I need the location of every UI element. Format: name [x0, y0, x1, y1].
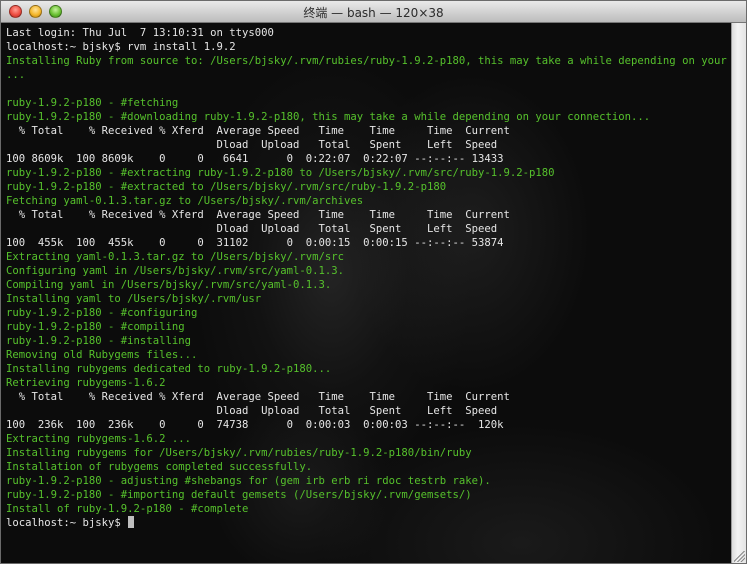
- terminal-line: Installing rubygems dedicated to ruby-1.…: [6, 362, 732, 376]
- terminal-line-text: ruby-1.9.2-p180 - #installing: [6, 335, 191, 347]
- terminal-line-text: Extracting yaml-0.1.3.tar.gz to /Users/b…: [6, 251, 345, 263]
- terminal-line-text: Compiling yaml in /Users/bjsky/.rvm/src/…: [6, 279, 332, 291]
- terminal-line-text: Last login: Thu Jul 7 13:10:31 on ttys00…: [6, 27, 274, 39]
- terminal-line: localhost:~ bjsky$ rvm install 1.9.2: [6, 40, 732, 54]
- vertical-scrollbar[interactable]: [731, 23, 746, 563]
- terminal-line: % Total % Received % Xferd Average Speed…: [6, 208, 732, 222]
- shell-prompt-line: localhost:~ bjsky$: [6, 516, 732, 530]
- terminal-line-text: % Total % Received % Xferd Average Speed…: [6, 391, 510, 403]
- terminal-line-text: ...: [6, 69, 26, 81]
- terminal-line: ...: [6, 68, 732, 82]
- terminal-line: Fetching yaml-0.1.3.tar.gz to /Users/bjs…: [6, 194, 732, 208]
- terminal-line-text: % Total % Received % Xferd Average Speed…: [6, 209, 510, 221]
- terminal-line-text: localhost:~ bjsky$ rvm install 1.9.2: [6, 41, 236, 53]
- terminal-line-text: Configuring yaml in /Users/bjsky/.rvm/sr…: [6, 265, 345, 277]
- terminal-line-text: Dload Upload Total Spent Left Speed: [6, 139, 498, 151]
- terminal-line-text: 100 236k 100 236k 0 0 74738 0 0:00:03 0:…: [6, 419, 504, 431]
- terminal-line: Install of ruby-1.9.2-p180 - #complete: [6, 502, 732, 516]
- window-title: 终端 — bash — 120×38: [303, 6, 444, 20]
- terminal-line: ruby-1.9.2-p180 - #downloading ruby-1.9.…: [6, 110, 732, 124]
- terminal-line: Installing yaml to /Users/bjsky/.rvm/usr: [6, 292, 732, 306]
- terminal-line: Dload Upload Total Spent Left Speed: [6, 404, 732, 418]
- terminal-line-text: ruby-1.9.2-p180 - #extracting ruby-1.9.2…: [6, 167, 555, 179]
- terminal-line: 100 8609k 100 8609k 0 0 6641 0 0:22:07 0…: [6, 152, 732, 166]
- terminal-line-text: Dload Upload Total Spent Left Speed: [6, 223, 498, 235]
- terminal-line: ruby-1.9.2-p180 - #compiling: [6, 320, 732, 334]
- terminal-line-text: ruby-1.9.2-p180 - #extracted to /Users/b…: [6, 181, 447, 193]
- terminal-line: ruby-1.9.2-p180 - #importing default gem…: [6, 488, 732, 502]
- text-cursor: [128, 516, 135, 528]
- terminal-line: Retrieving rubygems-1.6.2: [6, 376, 732, 390]
- terminal-line: ruby-1.9.2-p180 - #extracted to /Users/b…: [6, 180, 732, 194]
- terminal-line-text: ruby-1.9.2-p180 - #importing default gem…: [6, 489, 472, 501]
- terminal-line: Installation of rubygems completed succe…: [6, 460, 732, 474]
- terminal-line: Compiling yaml in /Users/bjsky/.rvm/src/…: [6, 278, 732, 292]
- terminal-line: Dload Upload Total Spent Left Speed: [6, 222, 732, 236]
- terminal-line: 100 455k 100 455k 0 0 31102 0 0:00:15 0:…: [6, 236, 732, 250]
- terminal-line: ruby-1.9.2-p180 - #configuring: [6, 306, 732, 320]
- terminal-line: Last login: Thu Jul 7 13:10:31 on ttys00…: [6, 26, 732, 40]
- terminal-line: Removing old Rubygems files...: [6, 348, 732, 362]
- terminal-line-text: Extracting rubygems-1.6.2 ...: [6, 433, 191, 445]
- terminal-line: 100 236k 100 236k 0 0 74738 0 0:00:03 0:…: [6, 418, 732, 432]
- resize-grip-icon[interactable]: [734, 551, 745, 562]
- terminal-line-text: Installing Ruby from source to: /Users/b…: [6, 55, 732, 67]
- terminal-line-text: localhost:~ bjsky$: [6, 517, 128, 529]
- terminal-line: Configuring yaml in /Users/bjsky/.rvm/sr…: [6, 264, 732, 278]
- terminal-line-text: Installing yaml to /Users/bjsky/.rvm/usr: [6, 293, 262, 305]
- terminal-line: % Total % Received % Xferd Average Speed…: [6, 390, 732, 404]
- terminal-output[interactable]: Last login: Thu Jul 7 13:10:31 on ttys00…: [1, 23, 732, 563]
- terminal-line: ruby-1.9.2-p180 - adjusting #shebangs fo…: [6, 474, 732, 488]
- terminal-line: ruby-1.9.2-p180 - #fetching: [6, 96, 732, 110]
- terminal-line-text: Installing rubygems dedicated to ruby-1.…: [6, 363, 332, 375]
- terminal-line-text: 100 8609k 100 8609k 0 0 6641 0 0:22:07 0…: [6, 153, 504, 165]
- terminal-line: Dload Upload Total Spent Left Speed: [6, 138, 732, 152]
- terminal-line-text: ruby-1.9.2-p180 - #configuring: [6, 307, 198, 319]
- terminal-line: Extracting rubygems-1.6.2 ...: [6, 432, 732, 446]
- terminal-line-text: % Total % Received % Xferd Average Speed…: [6, 125, 510, 137]
- terminal-line: Extracting yaml-0.1.3.tar.gz to /Users/b…: [6, 250, 732, 264]
- terminal-line-text: ruby-1.9.2-p180 - #fetching: [6, 97, 179, 109]
- terminal-line-text: ruby-1.9.2-p180 - adjusting #shebangs fo…: [6, 475, 491, 487]
- terminal-line-text: ruby-1.9.2-p180 - #compiling: [6, 321, 185, 333]
- terminal-window: 终端 — bash — 120×38 Last login: Thu Jul 7…: [0, 0, 747, 564]
- terminal-line-text: Fetching yaml-0.1.3.tar.gz to /Users/bjs…: [6, 195, 364, 207]
- terminal-line-text: Retrieving rubygems-1.6.2: [6, 377, 166, 389]
- terminal-line-text: Removing old Rubygems files...: [6, 349, 198, 361]
- title-bar[interactable]: 终端 — bash — 120×38: [1, 1, 746, 23]
- terminal-line-text: 100 455k 100 455k 0 0 31102 0 0:00:15 0:…: [6, 237, 504, 249]
- terminal-line-text: ruby-1.9.2-p180 - #downloading ruby-1.9.…: [6, 111, 651, 123]
- terminal-line: % Total % Received % Xferd Average Speed…: [6, 124, 732, 138]
- terminal-line-text: Install of ruby-1.9.2-p180 - #complete: [6, 503, 249, 515]
- terminal-line: Installing rubygems for /Users/bjsky/.rv…: [6, 446, 732, 460]
- terminal-line: Installing Ruby from source to: /Users/b…: [6, 54, 732, 68]
- terminal-line: ruby-1.9.2-p180 - #extracting ruby-1.9.2…: [6, 166, 732, 180]
- terminal-line-text: Dload Upload Total Spent Left Speed: [6, 405, 498, 417]
- terminal-line-text: Installing rubygems for /Users/bjsky/.rv…: [6, 447, 472, 459]
- terminal-lines: Last login: Thu Jul 7 13:10:31 on ttys00…: [6, 26, 732, 530]
- terminal-line-text: Installation of rubygems completed succe…: [6, 461, 313, 473]
- terminal-line: ruby-1.9.2-p180 - #installing: [6, 334, 732, 348]
